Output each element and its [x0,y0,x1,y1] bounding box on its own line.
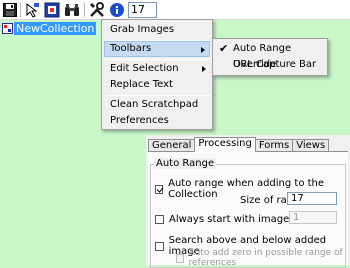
check-icon: ✔ [219,42,229,55]
menu-separator [106,95,210,96]
menu-item-replace-text[interactable]: Replace Text [104,77,210,93]
toolbar-separator [84,3,85,17]
settings-tabs: General Processing Forms Views [148,137,330,152]
capture-icon[interactable] [44,2,60,18]
tools-icon[interactable] [89,2,105,18]
submenu-item-url-capture-bar[interactable]: URL Capture Bar [215,57,325,73]
submenu-item-label: URL Capture Bar [233,59,317,70]
toolbar-separator [20,3,21,17]
auto-add-zero-row: Auto add zero in possible range of refer… [176,248,350,268]
group-title: Auto Range [154,158,217,169]
start-number-input[interactable]: 1 [289,211,337,224]
submenu-arrow-icon [202,66,206,72]
auto-range-checkbox[interactable] [155,184,164,194]
menu-separator [106,59,210,60]
settings-panel: General Processing Forms Views Auto Rang… [146,135,350,268]
menu-item-label: Edit Selection [110,63,179,74]
toolbars-submenu: ✔ Auto Range Override URL Capture Bar [212,38,328,76]
toolbar: 17 [0,0,350,20]
info-icon[interactable] [109,2,125,18]
grab-tool-icon[interactable] [24,2,40,18]
tree-node-label: NewCollection [14,22,97,35]
binoculars-icon[interactable] [64,2,80,18]
auto-add-zero-label: Auto add zero in possible range of refer… [188,248,343,268]
size-of-range-input[interactable]: 17 [287,192,337,205]
zoom-field[interactable]: 17 [128,2,157,18]
menu-item-grab-images[interactable]: Grab Images [104,22,210,38]
search-checkbox[interactable] [155,241,164,251]
menu-item-toolbars[interactable]: Toolbars [104,41,210,57]
tab-processing[interactable]: Processing [194,137,256,152]
always-start-checkbox[interactable] [155,215,164,224]
submenu-arrow-icon [201,47,205,53]
collection-tree-item[interactable]: NewCollection [2,22,97,35]
auto-add-zero-checkbox[interactable] [176,253,184,263]
collection-icon [2,23,13,34]
floppy-disk-icon[interactable] [2,2,18,18]
submenu-item-auto-range-override[interactable]: ✔ Auto Range Override [215,41,325,70]
menu-item-edit-selection[interactable]: Edit Selection [104,61,210,77]
context-menu: Grab Images Toolbars Edit Selection Repl… [101,19,213,130]
menu-item-preferences[interactable]: Preferences [104,113,210,129]
menu-item-label: Toolbars [110,43,152,54]
menu-item-clean-scratchpad[interactable]: Clean Scratchpad [104,97,210,113]
